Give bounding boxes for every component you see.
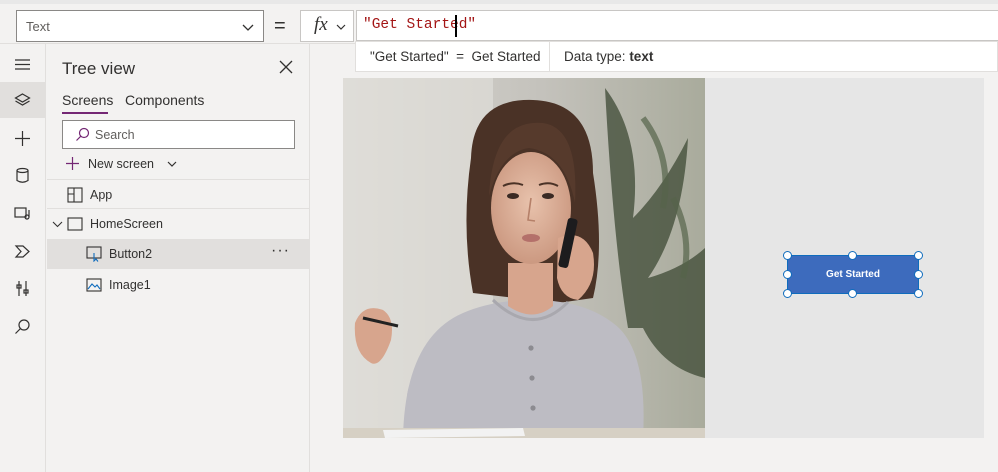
data-type-value: text xyxy=(629,49,654,64)
woman-on-phone-photo xyxy=(343,78,705,438)
resize-handle-top-left[interactable] xyxy=(783,251,792,260)
image1-control[interactable] xyxy=(343,78,705,438)
top-strip xyxy=(0,0,998,4)
chevron-down-icon xyxy=(167,161,177,167)
search-icon xyxy=(76,127,90,141)
hamburger-icon xyxy=(15,59,30,70)
resize-handle-top[interactable] xyxy=(848,251,857,260)
app-grid-icon xyxy=(67,187,83,203)
layers-icon xyxy=(14,93,31,106)
tree-item-app[interactable]: App xyxy=(47,180,310,210)
fx-icon: fx xyxy=(314,14,328,35)
panel-title: Tree view xyxy=(62,59,136,78)
search-input[interactable] xyxy=(95,126,285,144)
tab-label: Screens xyxy=(62,92,114,108)
formula-bar: Text = fx "Get Started" xyxy=(0,0,998,44)
formula-input[interactable]: "Get Started" xyxy=(356,10,998,41)
text-caret xyxy=(455,15,457,37)
power-automate-button[interactable] xyxy=(0,233,46,269)
media-icon xyxy=(14,207,30,220)
power-apps-studio: Text = fx "Get Started" "Get Started" = … xyxy=(0,0,998,472)
new-screen-button[interactable]: New screen xyxy=(62,154,177,176)
tree-item-label: HomeScreen xyxy=(90,217,163,231)
tree-item-image1[interactable]: Image1 xyxy=(47,270,310,300)
menu-button[interactable] xyxy=(0,46,46,82)
button-control-icon xyxy=(86,246,102,262)
tree-view-panel: Tree view Screens Components New screen … xyxy=(47,44,310,472)
resize-handle-right[interactable] xyxy=(914,270,923,279)
property-dropdown-value: Text xyxy=(26,19,50,34)
data-button[interactable] xyxy=(0,157,46,193)
image-control-icon xyxy=(86,278,102,292)
formula-result: "Get Started" = Get Started xyxy=(370,49,541,64)
tab-components[interactable]: Components xyxy=(125,92,204,108)
power-automate-icon xyxy=(14,245,30,258)
fx-button[interactable]: fx xyxy=(300,10,354,42)
property-dropdown[interactable]: Text xyxy=(16,10,264,42)
tree-view-button[interactable] xyxy=(0,82,46,118)
new-screen-label: New screen xyxy=(88,157,154,171)
tree-item-label: Image1 xyxy=(109,278,151,292)
resize-handle-bottom[interactable] xyxy=(848,289,857,298)
left-rail xyxy=(0,44,46,472)
active-tab-indicator xyxy=(62,112,108,114)
resize-handle-bottom-right[interactable] xyxy=(914,289,923,298)
resize-handle-top-right[interactable] xyxy=(914,251,923,260)
data-type-info: Data type: text xyxy=(564,49,653,64)
advanced-tools-button[interactable] xyxy=(0,270,46,306)
tree-search-box xyxy=(62,120,295,149)
tools-icon xyxy=(16,281,29,296)
hint-divider xyxy=(549,42,550,72)
more-options-button[interactable]: ··· xyxy=(271,242,290,260)
tree-item-label: App xyxy=(90,188,113,202)
search-icon xyxy=(15,319,30,334)
tab-screens[interactable]: Screens xyxy=(62,92,114,114)
tree-item-button2[interactable]: Button2 ··· xyxy=(47,239,310,269)
data-type-label: Data type: xyxy=(564,49,626,64)
tree-item-homescreen[interactable]: HomeScreen xyxy=(47,209,310,239)
formula-text: "Get Started" xyxy=(363,17,477,33)
database-icon xyxy=(16,167,29,183)
chevron-down-icon[interactable] xyxy=(52,219,63,230)
chevron-down-icon xyxy=(242,24,254,31)
tab-label: Components xyxy=(125,92,205,108)
insert-button[interactable] xyxy=(0,120,46,156)
search-rail-button[interactable] xyxy=(0,308,46,344)
media-button[interactable] xyxy=(0,195,46,231)
chevron-down-icon xyxy=(336,24,346,30)
tree-item-label: Button2 xyxy=(109,247,153,261)
screen-icon xyxy=(67,217,83,231)
equals-sign: = xyxy=(274,15,286,37)
resize-handle-left[interactable] xyxy=(783,270,792,279)
resize-handle-bottom-left[interactable] xyxy=(783,289,792,298)
formula-result-hint: "Get Started" = Get Started Data type: t… xyxy=(355,41,998,72)
plus-icon xyxy=(66,157,79,170)
plus-icon xyxy=(15,131,30,146)
close-icon[interactable] xyxy=(278,59,294,75)
